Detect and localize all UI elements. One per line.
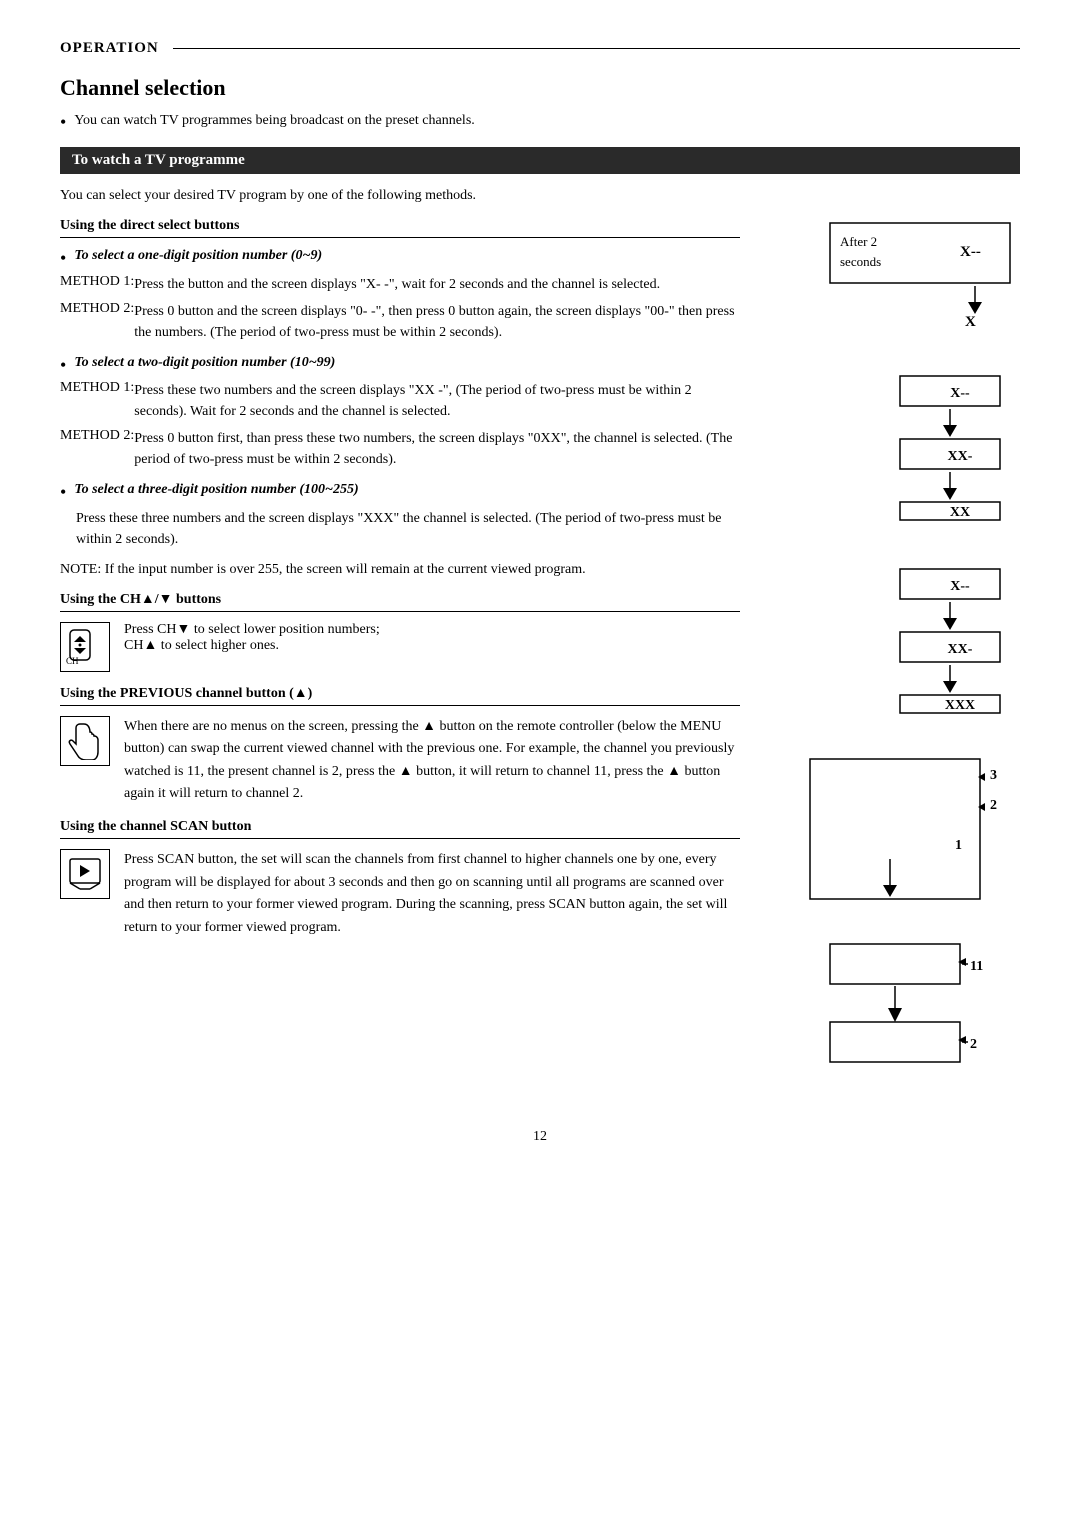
ch-icon-svg: CH: [66, 628, 104, 666]
subsection-direct-label: Using the direct select buttons: [60, 218, 740, 238]
topic3-desc: Press these three numbers and the screen…: [60, 508, 740, 550]
section-intro: You can select your desired TV program b…: [60, 188, 1020, 204]
topic2-method1-text: Press these two numbers and the screen d…: [134, 380, 740, 422]
right-col: After 2 seconds X-- X X--: [760, 218, 1020, 1099]
prev-num2: 2: [970, 1037, 977, 1052]
method2-line: METHOD 2: Press 0 button and the screen …: [60, 301, 740, 343]
prev-diagram-container: 11 2: [800, 934, 1020, 1079]
svg-text:XX: XX: [950, 505, 970, 520]
topic2-method2-label: METHOD 2:: [60, 428, 134, 470]
ch-header-text: Using the CH▲/▼ buttons: [60, 592, 221, 607]
svg-text:After 2: After 2: [840, 234, 877, 249]
topic2-dot: •: [60, 355, 66, 377]
diag2-svg: X-- XX- XX: [820, 371, 1020, 521]
topic2-header: • To select a two-digit position number …: [60, 355, 740, 377]
ch-diagram-svg: 3 2 1: [800, 749, 1020, 909]
prev-text-block: When there are no menus on the screen, p…: [124, 716, 740, 806]
diag2-container: X-- XX- XX: [820, 371, 1020, 526]
topic1-method2: METHOD 2: Press 0 button and the screen …: [60, 301, 740, 343]
topic2-method1-label: METHOD 1:: [60, 380, 134, 422]
method1-text: Press the button and the screen displays…: [134, 274, 740, 295]
section-bar: To watch a TV programme: [60, 147, 1020, 174]
operation-header: OPERATION: [60, 40, 1020, 57]
ch-num3: 3: [990, 768, 997, 783]
method2-text: Press 0 button and the screen displays "…: [134, 301, 740, 343]
diag1-container: After 2 seconds X-- X: [820, 218, 1020, 333]
svg-text:XXX: XXX: [945, 698, 975, 713]
method2-label: METHOD 2:: [60, 301, 134, 343]
svg-text:CH: CH: [66, 656, 79, 666]
topic1-method1: METHOD 1: Press the button and the scree…: [60, 274, 740, 295]
prev-header-text: Using the PREVIOUS channel button (▲): [60, 686, 312, 701]
topic2-method1-line: METHOD 1: Press these two numbers and th…: [60, 380, 740, 422]
prev-icon: [60, 716, 110, 766]
ch-icon-row: CH Press CH▼ to select lower position nu…: [60, 622, 740, 672]
scan-icon: [60, 849, 110, 899]
scan-icon-row: Press SCAN button, the set will scan the…: [60, 849, 740, 939]
topic2-section: • To select a two-digit position number …: [60, 355, 740, 471]
ch-num1: 1: [955, 838, 962, 853]
left-col: Using the direct select buttons • To sel…: [60, 218, 760, 1099]
prev-icon-row: When there are no menus on the screen, p…: [60, 716, 740, 806]
bullet-intro: • You can watch TV programmes being broa…: [60, 113, 1020, 131]
svg-text:X--: X--: [950, 579, 970, 594]
note-text: NOTE: If the input number is over 255, t…: [60, 562, 740, 578]
svg-text:XX-: XX-: [948, 449, 973, 464]
topic1-dot: •: [60, 248, 66, 270]
scan-text-block: Press SCAN button, the set will scan the…: [124, 849, 740, 939]
topic1-header: • To select a one-digit position number …: [60, 248, 740, 270]
topic2-method2: METHOD 2: Press 0 button first, than pre…: [60, 428, 740, 470]
topic3-text: To select a three-digit position number …: [74, 482, 358, 498]
topic2-method2-text: Press 0 button first, than press these t…: [134, 428, 740, 470]
ch-text-block: Press CH▼ to select lower position numbe…: [124, 622, 380, 654]
topic2-method1: METHOD 1: Press these two numbers and th…: [60, 380, 740, 422]
operation-line: [173, 48, 1020, 49]
topic1-text: To select a one-digit position number (0…: [74, 248, 322, 264]
page-number: 12: [60, 1129, 1020, 1145]
topic1-section: • To select a one-digit position number …: [60, 248, 740, 343]
ch-text1: Press CH▼ to select lower position numbe…: [124, 622, 380, 638]
ch-icon: CH: [60, 622, 110, 672]
prev-num11: 11: [970, 959, 983, 974]
prev-header: Using the PREVIOUS channel button (▲): [60, 686, 740, 706]
bullet-intro-text: You can watch TV programmes being broadc…: [74, 113, 474, 129]
diag3-container: X-- XX- XXX: [820, 564, 1020, 719]
bullet-dot: •: [60, 113, 66, 131]
topic3-section: • To select a three-digit position numbe…: [60, 482, 740, 550]
topic3-dot: •: [60, 482, 66, 504]
diag1-svg: After 2 seconds X-- X: [820, 218, 1020, 328]
svg-text:X: X: [965, 314, 976, 328]
ch-diagram-container: 3 2 1: [800, 749, 1020, 914]
svg-text:XX-: XX-: [948, 642, 973, 657]
ch-header: Using the CH▲/▼ buttons: [60, 592, 740, 612]
ch-text2: CH▲ to select higher ones.: [124, 638, 380, 654]
method1-label: METHOD 1:: [60, 274, 134, 295]
operation-title: OPERATION: [60, 40, 159, 57]
prev-icon-svg: [66, 722, 104, 760]
topic2-text: To select a two-digit position number (1…: [74, 355, 335, 371]
scan-header-text: Using the channel SCAN button: [60, 819, 251, 834]
svg-text:X--: X--: [950, 386, 970, 401]
prev-diagram-svg: 11 2: [800, 934, 1020, 1074]
scan-text: Press SCAN button, the set will scan the…: [124, 849, 740, 939]
prev-text: When there are no menus on the screen, p…: [124, 716, 740, 806]
svg-text:seconds: seconds: [840, 254, 881, 269]
topic2-method2-line: METHOD 2: Press 0 button first, than pre…: [60, 428, 740, 470]
svg-text:X--: X--: [960, 244, 981, 260]
diag3-svg: X-- XX- XXX: [820, 564, 1020, 714]
page-title: Channel selection: [60, 75, 1020, 101]
topic3-header: • To select a three-digit position numbe…: [60, 482, 740, 504]
main-layout: Using the direct select buttons • To sel…: [60, 218, 1020, 1099]
scan-icon-svg: [66, 855, 104, 893]
method1-line: METHOD 1: Press the button and the scree…: [60, 274, 740, 295]
scan-header: Using the channel SCAN button: [60, 819, 740, 839]
ch-num2: 2: [990, 798, 997, 813]
